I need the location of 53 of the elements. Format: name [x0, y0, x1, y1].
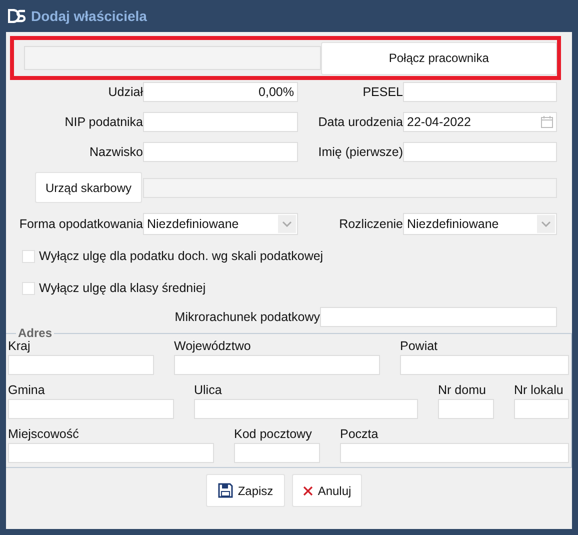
checkbox-label: Wyłącz ulgę dla klasy średniej [39, 281, 206, 295]
field-label: Miejscowość [8, 427, 80, 441]
checkbox-label: Wyłącz ulgę dla podatku doch. wg skali podatkowej [39, 249, 324, 263]
field-label: Rozliczenie [338, 217, 403, 231]
input-field[interactable] [403, 82, 557, 102]
link-employee-button[interactable]: Połącz pracownika [320, 42, 557, 74]
logo-icon [8, 9, 26, 23]
input-field[interactable] [514, 399, 569, 419]
input-field[interactable] [8, 399, 174, 419]
field-label: Powiat [400, 339, 439, 353]
save-button[interactable]: Zapisz [206, 474, 285, 507]
date-field[interactable]: 22-04-2022 [403, 112, 557, 132]
window-title: Dodaj właściciela [31, 8, 147, 24]
input-field[interactable] [143, 112, 298, 132]
field-label: Mikrorachunek podatkowy [174, 310, 320, 324]
chevron-down-icon[interactable] [282, 221, 292, 227]
chevron-down-icon[interactable] [541, 221, 551, 227]
input-field[interactable] [143, 142, 298, 162]
checkbox[interactable] [22, 282, 35, 294]
field-label: Udział [107, 85, 143, 99]
cancel-button[interactable]: Anuluj [292, 474, 362, 507]
field-label: Nr domu [438, 383, 487, 397]
input-field[interactable] [320, 307, 557, 327]
field-label: Imię (pierwsze) [317, 145, 403, 159]
input-field[interactable] [174, 355, 380, 375]
checkbox[interactable] [22, 250, 35, 262]
dropdown[interactable]: Niezdefiniowane [403, 213, 557, 235]
input-field[interactable] [194, 399, 418, 419]
input-field[interactable]: 0,00% [143, 82, 298, 102]
input-field[interactable] [340, 443, 569, 463]
field-label: Ulica [194, 383, 223, 397]
field-label: Nazwisko [88, 145, 143, 159]
field-label: Województwo [174, 339, 252, 353]
field-label: Gmina [8, 383, 46, 397]
field-label: Kraj [8, 339, 32, 353]
field-label: Data urodzenia [317, 115, 403, 129]
field-label: Kod pocztowy [234, 427, 313, 441]
field-label: Poczta [340, 427, 380, 441]
input-field[interactable] [403, 142, 557, 162]
dropdown[interactable]: Niezdefiniowane [143, 213, 298, 235]
field-label: PESEL [362, 85, 403, 99]
tax-office-button[interactable]: Urząd skarbowy [35, 172, 142, 203]
field-label: Forma opodatkowania [18, 217, 143, 231]
close-icon [302, 486, 313, 496]
input-field[interactable] [8, 355, 154, 375]
input-field[interactable] [8, 443, 214, 463]
input-field[interactable] [438, 399, 494, 419]
field-label: NIP podatnika [64, 115, 143, 129]
group-title: Adres [16, 326, 54, 340]
field-label: Nr lokalu [514, 383, 564, 397]
input-field[interactable] [234, 443, 320, 463]
input-field[interactable] [400, 355, 569, 375]
calendar-icon[interactable] [541, 116, 553, 128]
